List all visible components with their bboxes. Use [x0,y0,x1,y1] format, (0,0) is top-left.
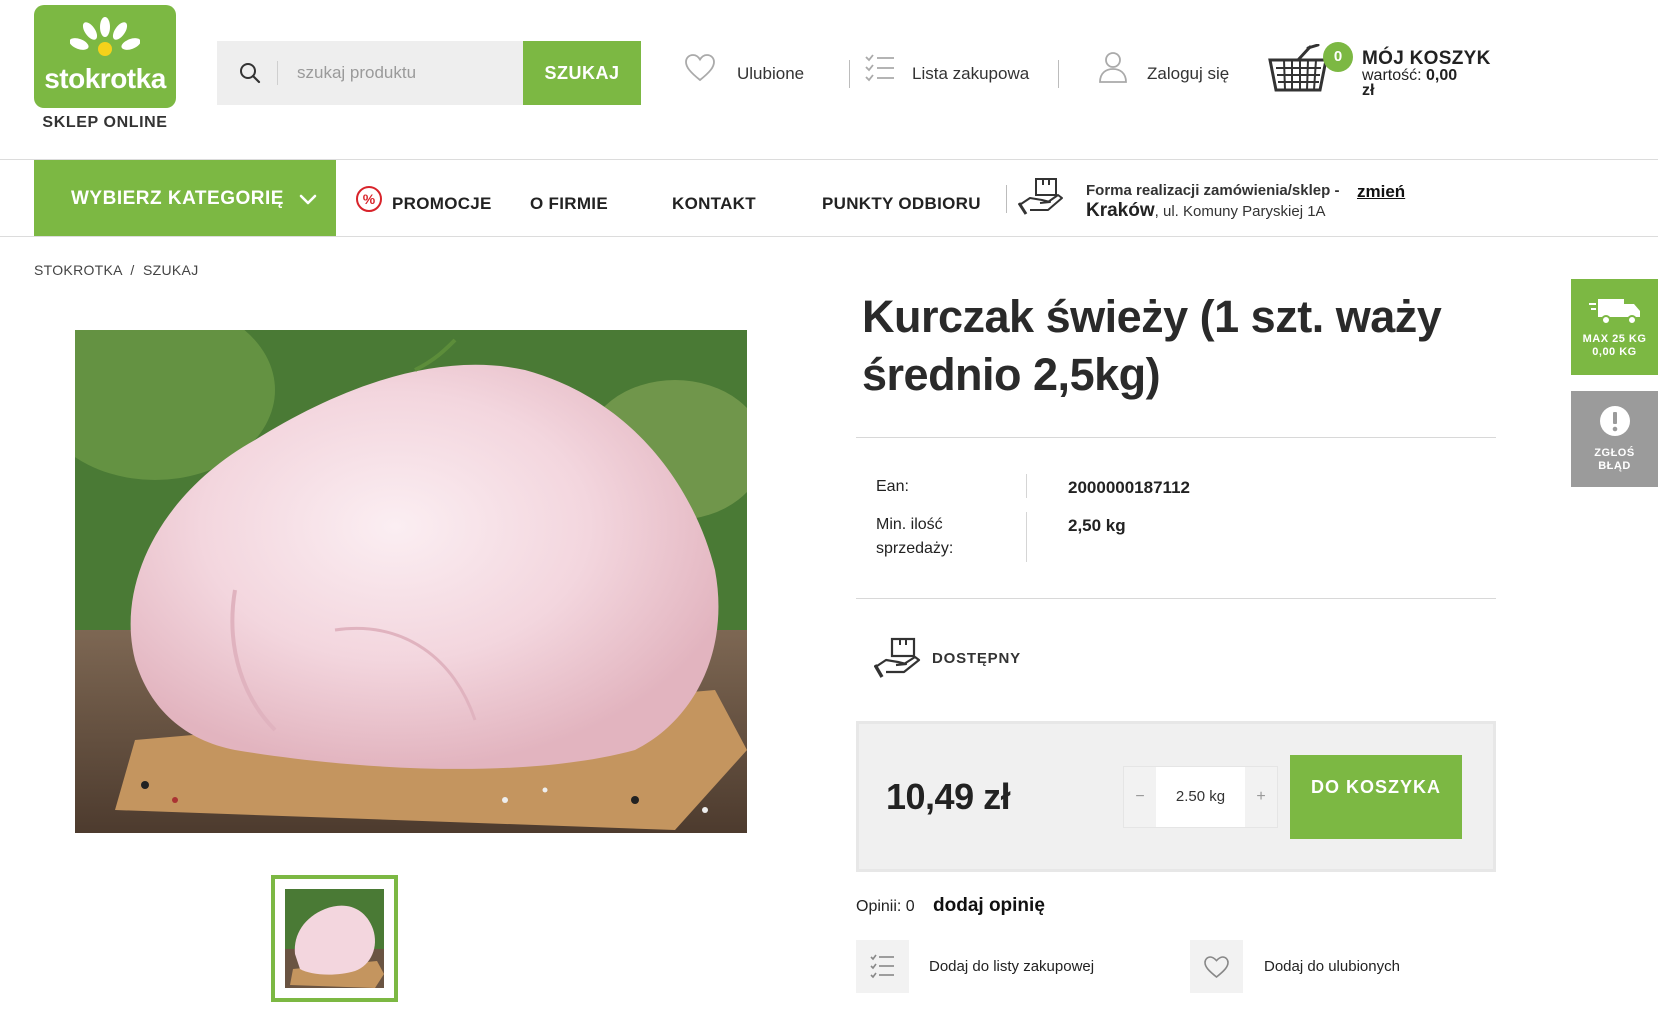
heart-icon[interactable] [684,53,716,83]
add-to-favorites-button[interactable] [1190,940,1243,993]
delivery-hand-icon [1018,178,1063,215]
nav-item-kontakt[interactable]: KONTAKT [672,194,756,214]
min-quantity-value: 2,50 kg [1068,516,1126,535]
add-to-cart-label: DO KOSZYKA [1310,777,1441,797]
shopping-list-icon [870,954,894,979]
logo-subtitle: SKLEP ONLINE [42,114,168,131]
breadcrumb-separator: / [130,262,135,278]
product-title: Kurczak świeży (1 szt. waży średnio 2,5k… [862,291,1442,400]
details-divider [856,437,1496,438]
fulfilment-store: Kraków, ul. Komuny Paryskiej 1A [1086,200,1326,222]
category-button-label: WYBIERZ KATEGORIĘ [71,188,284,209]
exclamation-icon [1599,406,1630,436]
add-to-list-label[interactable]: Dodaj do listy zakupowej [929,958,1094,975]
percent-icon: % [356,186,382,212]
shopping-list-icon[interactable] [864,52,896,82]
nav-divider-line [0,236,1658,237]
opinions-count: Opinii: 0 [856,898,915,915]
nav-divider [1006,185,1007,213]
add-to-cart-button[interactable]: DO KOSZYKA [1290,755,1462,839]
daisy-logo-icon [70,17,140,56]
user-icon[interactable] [1097,50,1129,84]
search-button[interactable]: SZUKAJ [523,41,641,105]
product-image[interactable] [75,330,747,833]
quantity-decrease-button[interactable]: − [1124,767,1156,827]
min-quantity-label: Min. ilość sprzedaży: [876,516,954,557]
report-error-tab[interactable]: ZGŁOŚ BŁĄD [1571,391,1658,487]
breadcrumb-current[interactable]: SZUKAJ [143,262,198,278]
nav-item-promocje[interactable]: PROMOCJE [392,194,492,214]
truck-icon [1588,299,1640,325]
cart-basket-icon[interactable] [1268,44,1328,94]
fulfilment-title: Forma realizacji zamówienia/sklep - [1086,182,1340,199]
breadcrumb: STOKROTKA / SZUKAJ [34,262,199,278]
quantity-increase-button[interactable]: + [1245,767,1277,827]
breadcrumb-home[interactable]: STOKROTKA [34,262,122,278]
fulfilment-city: Kraków [1086,200,1155,221]
category-button[interactable]: WYBIERZ KATEGORIĘ [34,160,336,237]
cart-value: wartość: 0,00 zł [1362,67,1492,99]
attr-divider [1026,512,1027,562]
delivery-weight-tab[interactable]: MAX 25 KG 0,00 KG [1571,279,1658,375]
shopping-list-link[interactable]: Lista zakupowa [912,64,1029,84]
search-input[interactable] [277,41,517,105]
fulfilment-address: , ul. Komuny Paryskiej 1A [1154,203,1326,220]
logo-text: stokrotka [44,63,166,94]
cart-value-amount: 0,00 [1426,67,1458,84]
chevron-down-icon [299,194,317,205]
ean-value: 2000000187112 [1068,478,1190,497]
quantity-stepper[interactable]: − 2.50 kg + [1123,766,1278,828]
report-error-line1: ZGŁOŚ [1594,447,1635,459]
chicken-photo [75,330,747,833]
delivery-max-weight: MAX 25 KG [1582,333,1647,345]
cart-value-currency: zł [1362,82,1375,99]
available-delivery-icon [874,637,921,678]
header-divider [1058,60,1059,88]
product-price: 10,49 zł [886,776,1011,817]
nav-item-punkty-odbioru[interactable]: PUNKTY ODBIORU [822,194,981,214]
add-to-list-button[interactable] [856,940,909,993]
delivery-current-weight: 0,00 KG [1592,346,1637,358]
search-icon[interactable] [238,61,262,85]
add-to-favorites-label[interactable]: Dodaj do ulubionych [1264,958,1400,975]
logo[interactable]: stokrotka [34,5,176,108]
header-divider [849,60,850,88]
fulfilment-change-link[interactable]: zmień [1357,182,1405,202]
add-opinion-link[interactable]: dodaj opinię [933,895,1045,917]
quantity-value[interactable]: 2.50 kg [1156,767,1245,827]
login-link[interactable]: Zaloguj się [1147,64,1229,84]
product-thumbnail[interactable] [271,875,398,1002]
chicken-thumbnail-photo [285,889,384,988]
attr-divider [1026,474,1027,498]
nav-item-o-firmie[interactable]: O FIRMIE [530,194,608,214]
ean-label: Ean: [876,478,909,495]
heart-icon [1204,956,1229,979]
favorites-link[interactable]: Ulubione [737,64,804,84]
search-box [217,41,523,105]
cart-count-badge: 0 [1323,42,1353,72]
report-error-line2: BŁĄD [1598,460,1631,472]
details-divider [856,598,1496,599]
availability-status: DOSTĘPNY [932,650,1021,667]
